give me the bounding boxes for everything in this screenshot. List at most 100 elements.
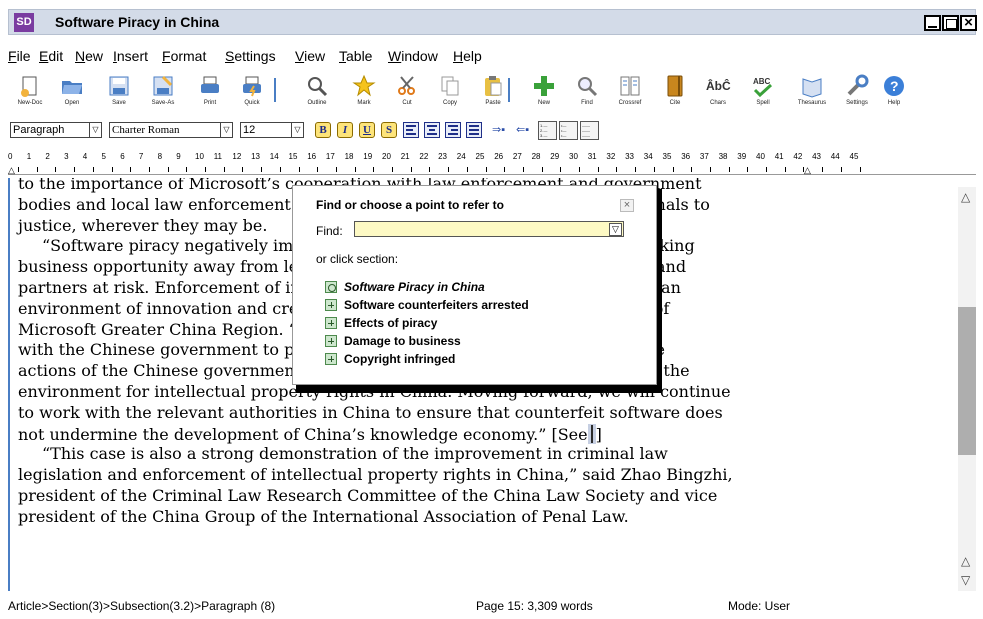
toolbar-label: Cut xyxy=(402,100,412,106)
ruler-number: 4 xyxy=(82,152,88,161)
strikethrough-button[interactable]: S xyxy=(381,122,397,138)
numbered-list-icon[interactable]: 1.— 2.— 3.— xyxy=(538,121,557,140)
toolbar-quick-button[interactable]: Quick xyxy=(230,74,274,106)
ruler-number: 28 xyxy=(531,152,541,161)
expand-plus-icon[interactable] xyxy=(325,335,337,347)
align-right-button[interactable] xyxy=(445,122,461,138)
section-label: Software counterfeiters arrested xyxy=(344,298,529,312)
menu-file[interactable]: File xyxy=(8,48,31,64)
scroll-up-top-icon[interactable]: △ xyxy=(961,190,970,204)
section-item[interactable]: Effects of piracy xyxy=(325,316,437,330)
document-line[interactable]: not undermine the development of China’s… xyxy=(18,423,818,445)
ruler-number: 0 xyxy=(8,152,13,161)
menu-new[interactable]: New xyxy=(75,48,103,64)
chevron-down-icon[interactable]: ▽ xyxy=(609,223,622,236)
format-bar: Paragraph ▽ Charter Roman ▽ 12 ▽ B I U S… xyxy=(8,121,976,141)
underline-button[interactable]: U xyxy=(359,122,375,138)
expand-plus-icon[interactable] xyxy=(325,299,337,311)
toolbar-outline-button[interactable]: Outline xyxy=(295,74,339,106)
status-mode: Mode: User xyxy=(728,599,791,613)
toolbar-help-button[interactable]: ? Help xyxy=(872,74,916,106)
align-center-button[interactable] xyxy=(424,122,440,138)
ruler-tick xyxy=(317,167,319,172)
ruler-tick xyxy=(335,167,337,172)
toolbar-mark-button[interactable]: Mark xyxy=(342,74,386,106)
toolbar-thesaurus-button[interactable]: Thesaurus xyxy=(790,74,834,106)
scroll-thumb[interactable] xyxy=(958,307,976,455)
menu-window[interactable]: Window xyxy=(388,48,438,64)
toolbar-separator xyxy=(508,78,510,102)
toolbar-new-button[interactable]: New xyxy=(522,74,566,106)
ruler-number: 17 xyxy=(325,152,335,161)
minimize-button[interactable] xyxy=(924,15,941,31)
toolbar-print-button[interactable]: Print xyxy=(188,74,232,106)
ruler-right-indent-icon[interactable]: △ xyxy=(804,165,811,176)
scroll-down-icon[interactable]: ▽ xyxy=(961,573,970,587)
vertical-scrollbar[interactable]: △ △ ▽ xyxy=(958,187,976,591)
toolbar-save-as-button[interactable]: Save-As xyxy=(141,74,185,106)
section-item[interactable]: Copyright infringed xyxy=(325,352,455,366)
toolbar-save-button[interactable]: Save xyxy=(97,74,141,106)
italic-button[interactable]: I xyxy=(337,122,353,138)
font-select[interactable]: Charter Roman ▽ xyxy=(109,122,233,138)
toolbar-crossref-button[interactable]: Crossref xyxy=(608,74,652,106)
ruler[interactable]: 0 1 2 3 4 5 6 7 8 9 10 11 12 13 14 15 16 17 18 19 20 21 22 23 24… xyxy=(8,149,976,175)
style-select-value: Paragraph xyxy=(13,124,65,136)
bold-button[interactable]: B xyxy=(315,122,331,138)
toolbar-open-button[interactable]: Open xyxy=(50,74,94,106)
circle-icon[interactable] xyxy=(325,281,337,293)
menu-format[interactable]: Format xyxy=(162,48,206,64)
toolbar-new-doc-button[interactable]: New-Doc xyxy=(8,74,52,106)
document-line[interactable]: to work with the relevant authorities in… xyxy=(18,403,818,424)
ruler-tick xyxy=(410,167,412,172)
toolbar-cite-button[interactable]: Cite xyxy=(653,74,697,106)
ruler-tick xyxy=(36,167,38,172)
scroll-up-icon[interactable]: △ xyxy=(961,554,970,568)
expand-plus-icon[interactable] xyxy=(325,317,337,329)
style-select[interactable]: Paragraph ▽ xyxy=(10,122,102,138)
close-window-button[interactable]: × xyxy=(960,15,977,31)
menu-table[interactable]: Table xyxy=(339,48,372,64)
toolbar-cut-button[interactable]: Cut xyxy=(385,74,429,106)
document-line[interactable]: legislation and enforcement of intellect… xyxy=(18,465,818,486)
menu-insert[interactable]: Insert xyxy=(113,48,148,64)
align-left-button[interactable] xyxy=(403,122,419,138)
document-line[interactable]: president of the China Group of the Inte… xyxy=(18,507,818,528)
toolbar-copy-button[interactable]: Copy xyxy=(428,74,472,106)
maximize-button[interactable] xyxy=(942,15,959,31)
indent-icon[interactable]: ⇒▪ xyxy=(492,123,505,136)
open-folder-icon xyxy=(62,81,82,94)
menu-settings[interactable]: Settings xyxy=(225,48,276,64)
ruler-number: 39 xyxy=(737,152,747,161)
ruler-tick xyxy=(541,167,543,172)
ruler-number: 37 xyxy=(699,152,709,161)
close-icon[interactable]: × xyxy=(620,199,634,212)
ruler-left-indent-icon[interactable]: △ xyxy=(8,165,15,176)
ruler-tick xyxy=(579,167,580,172)
align-justify-button[interactable] xyxy=(466,122,482,138)
bullet-list-icon[interactable]: •— •— •— xyxy=(559,121,578,140)
ruler-number: 34 xyxy=(643,152,653,161)
toolbar-spell-button[interactable]: ABC Spell xyxy=(741,74,785,106)
size-select[interactable]: 12 ▽ xyxy=(240,122,304,138)
document-line-text: to work with the relevant authorities in… xyxy=(18,402,723,422)
ruler-number: 14 xyxy=(269,152,279,161)
unstyled-list-icon[interactable]: —— —— —— xyxy=(580,121,599,140)
toolbar-chars-button[interactable]: ÂbĈ Chars xyxy=(696,74,740,106)
menu-edit[interactable]: Edit xyxy=(39,48,63,64)
ruler-tick xyxy=(840,167,842,172)
chevron-down-icon: ▽ xyxy=(291,123,303,137)
outdent-icon[interactable]: ⇐▪ xyxy=(516,123,529,136)
expand-plus-icon[interactable] xyxy=(325,353,337,365)
menu-help[interactable]: Help xyxy=(453,48,482,64)
toolbar-find-button[interactable]: Find xyxy=(565,74,609,106)
section-item[interactable]: Software Piracy in China xyxy=(325,280,485,294)
document-line[interactable]: president of the Criminal Law Research C… xyxy=(18,486,818,507)
section-item[interactable]: Damage to business xyxy=(325,334,461,348)
document-line[interactable]: “This case is also a strong demonstratio… xyxy=(18,444,818,465)
text-cursor-marker[interactable] xyxy=(587,423,596,444)
menu-view[interactable]: View xyxy=(295,48,325,64)
find-input[interactable] xyxy=(354,221,624,237)
section-item[interactable]: Software counterfeiters arrested xyxy=(325,298,529,312)
svg-text:ABC: ABC xyxy=(753,77,771,86)
